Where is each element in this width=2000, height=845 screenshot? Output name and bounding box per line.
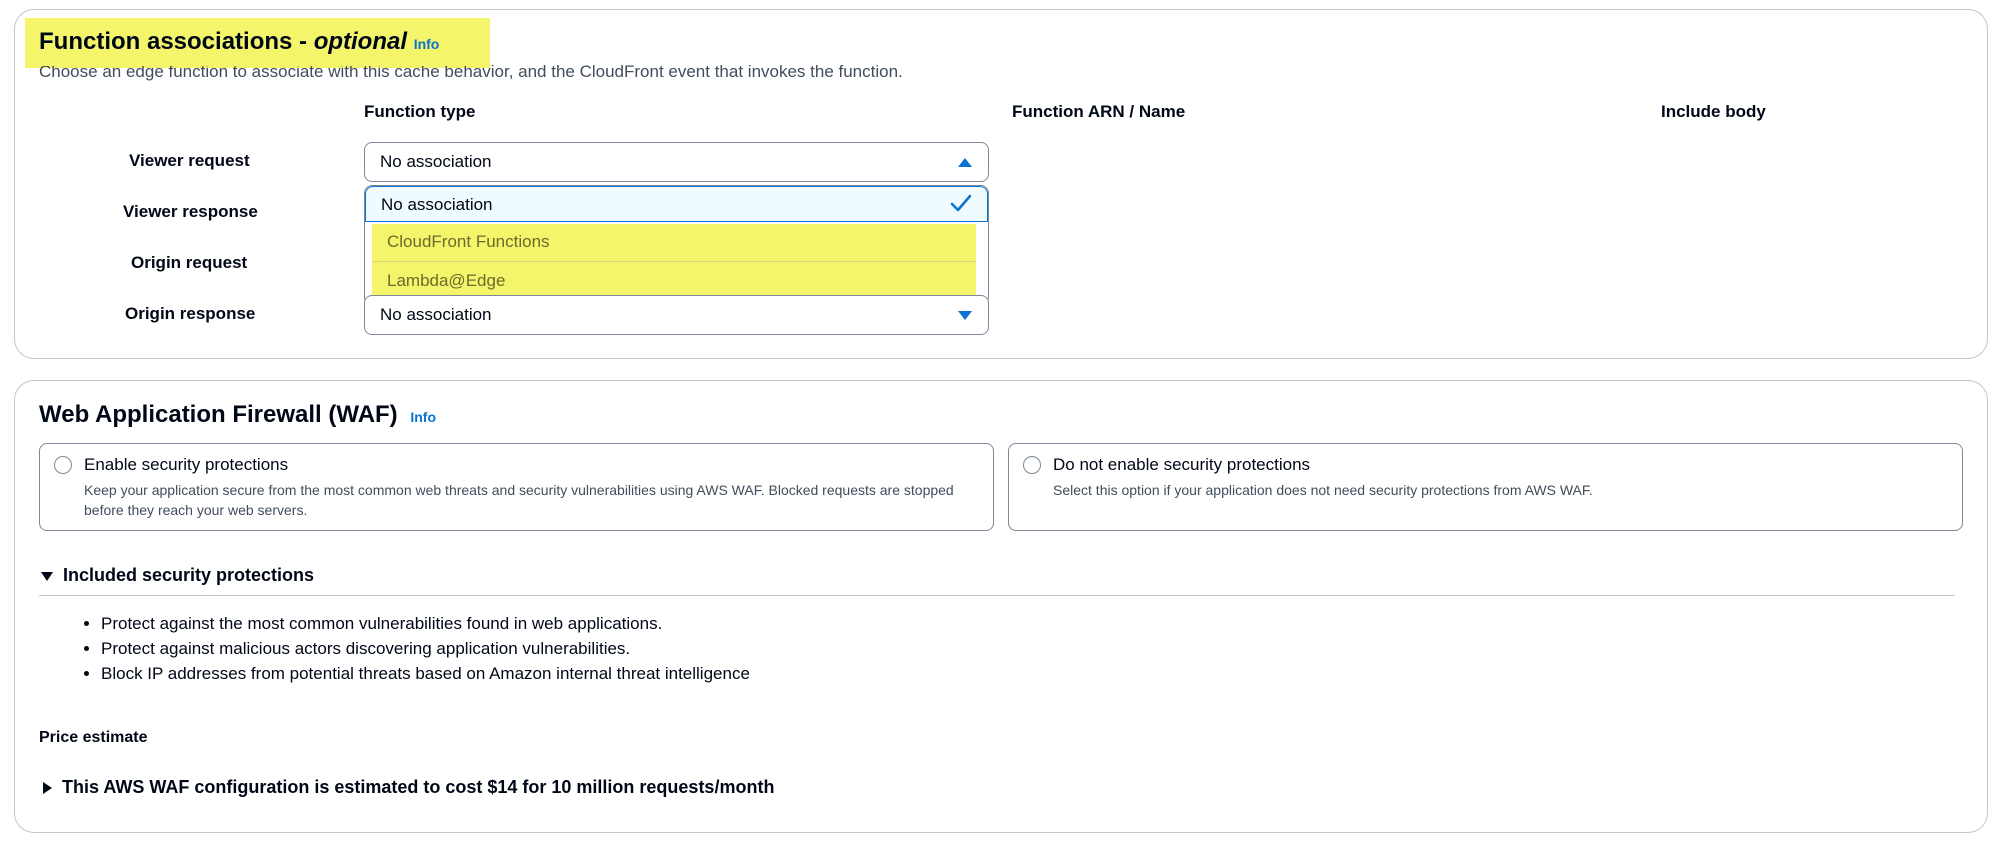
- disable-protections-title: Do not enable security protections: [1053, 455, 1311, 474]
- price-estimate-text: This AWS WAF configuration is estimated …: [62, 777, 775, 797]
- waf-title: Web Application Firewall (WAF) Info: [39, 401, 436, 429]
- function-type-dropdown-menu: No association CloudFront Functions Lamb…: [364, 185, 989, 305]
- column-header-function-arn: Function ARN / Name: [1012, 102, 1186, 121]
- column-header-include-body: Include body: [1661, 102, 1766, 121]
- list-item: Protect against the most common vulnerab…: [101, 611, 750, 636]
- section-title-text: Function associations -: [39, 28, 308, 55]
- collapse-triangle-icon: [43, 782, 52, 795]
- viewer-request-select-value: No association: [380, 152, 492, 171]
- caret-up-icon: [958, 158, 972, 167]
- dropdown-option-label: No association: [381, 195, 493, 214]
- section-title: Function associations - optional Info: [39, 28, 439, 56]
- section-title-optional: optional: [313, 28, 408, 55]
- disable-protections-tile[interactable]: Do not enable security protections Selec…: [1008, 443, 1963, 531]
- dropdown-option-no-association[interactable]: No association: [365, 186, 988, 222]
- origin-response-select[interactable]: No association: [364, 295, 989, 335]
- function-associations-panel: Function associations - optional Info Ch…: [14, 9, 1988, 359]
- viewer-request-select[interactable]: No association: [364, 142, 989, 182]
- included-protections-heading: Included security protections: [63, 565, 315, 585]
- info-link[interactable]: Info: [414, 36, 440, 52]
- row-label-origin-response: Origin response: [125, 304, 256, 323]
- list-item: Block IP addresses from potential threat…: [101, 661, 750, 686]
- dropdown-option-label: Lambda@Edge: [387, 271, 506, 290]
- column-header-function-type: Function type: [364, 102, 476, 121]
- waf-panel: Web Application Firewall (WAF) Info Enab…: [14, 380, 1988, 833]
- checkmark-icon: [950, 194, 972, 212]
- row-label-viewer-request: Viewer request: [129, 151, 250, 170]
- expand-triangle-icon: [41, 571, 53, 581]
- radio-icon[interactable]: [54, 456, 72, 474]
- dropdown-option-label: CloudFront Functions: [387, 232, 550, 251]
- title-highlight-overlap: [25, 58, 490, 66]
- enable-protections-title: Enable security protections: [84, 455, 289, 474]
- waf-info-link[interactable]: Info: [410, 409, 436, 425]
- row-label-origin-request: Origin request: [131, 253, 248, 272]
- price-estimate-label: Price estimate: [39, 729, 148, 746]
- caret-down-icon: [958, 311, 972, 320]
- waf-title-text: Web Application Firewall (WAF): [39, 401, 398, 428]
- included-protections-expander[interactable]: Included security protections: [41, 565, 314, 586]
- enable-protections-tile[interactable]: Enable security protections Keep your ap…: [39, 443, 994, 531]
- row-label-viewer-response: Viewer response: [123, 202, 258, 221]
- protections-list: Protect against the most common vulnerab…: [39, 611, 750, 686]
- expander-divider: [39, 595, 1955, 596]
- enable-protections-description: Keep your application secure from the mo…: [84, 482, 954, 518]
- dropdown-option-cloudfront-functions[interactable]: CloudFront Functions: [372, 224, 976, 260]
- origin-response-select-value: No association: [380, 305, 492, 324]
- price-estimate-expander[interactable]: This AWS WAF configuration is estimated …: [39, 777, 774, 798]
- list-item: Protect against malicious actors discove…: [101, 636, 750, 661]
- disable-protections-description: Select this option if your application d…: [1053, 482, 1593, 498]
- radio-icon[interactable]: [1023, 456, 1041, 474]
